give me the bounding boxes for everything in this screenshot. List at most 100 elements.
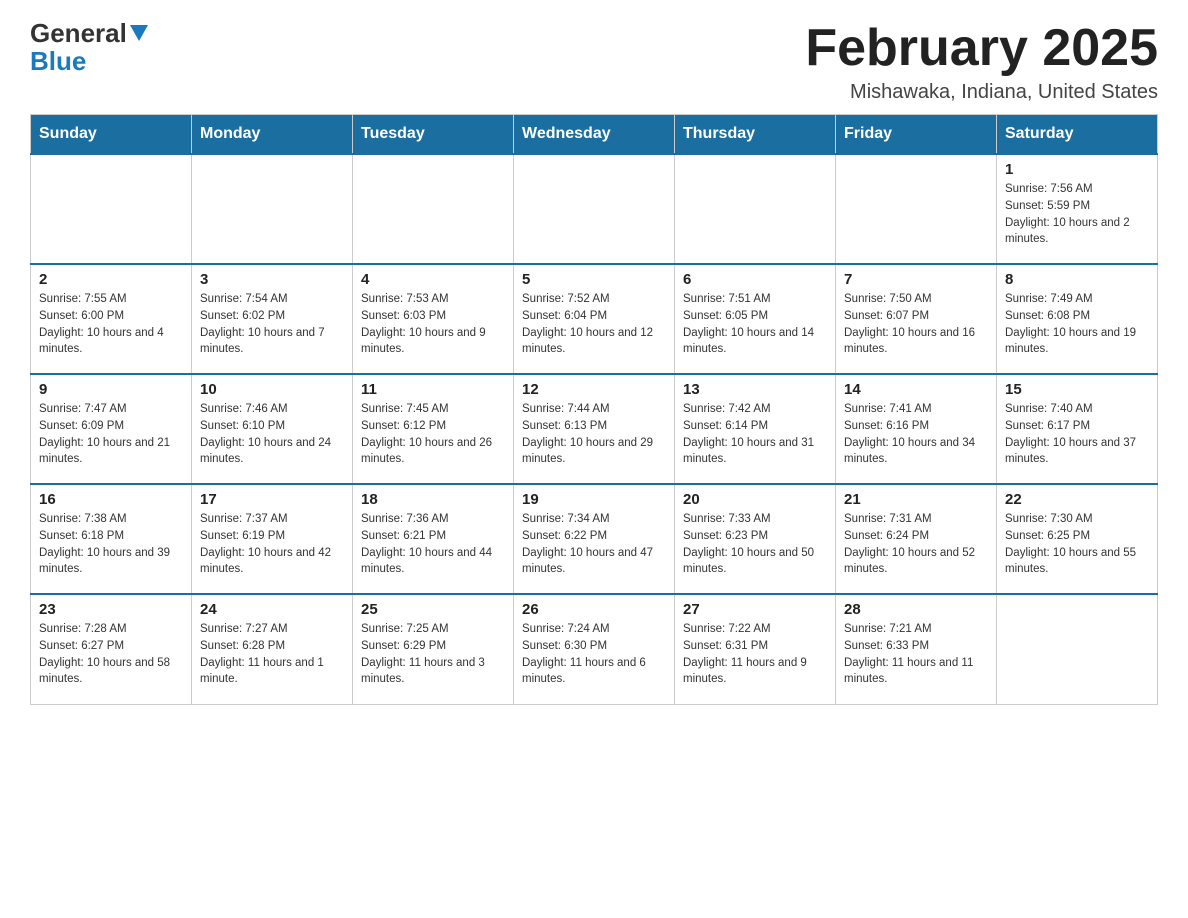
day-number: 16	[39, 491, 183, 508]
calendar-day-cell	[997, 594, 1158, 704]
calendar-day-cell: 19 Sunrise: 7:34 AMSunset: 6:22 PMDayligh…	[514, 484, 675, 594]
day-number: 15	[1005, 381, 1149, 398]
col-header-wednesday: Wednesday	[514, 115, 675, 155]
day-number: 19	[522, 491, 666, 508]
calendar-day-cell	[675, 154, 836, 264]
col-header-friday: Friday	[836, 115, 997, 155]
day-info: Sunrise: 7:55 AMSunset: 6:00 PMDaylight:…	[39, 291, 183, 358]
calendar-day-cell: 2 Sunrise: 7:55 AMSunset: 6:00 PMDaylight…	[31, 264, 192, 374]
calendar-day-cell: 8Sunrise: 7:49 AMSunset: 6:08 PMDaylight…	[997, 264, 1158, 374]
calendar-day-cell: 4 Sunrise: 7:53 AMSunset: 6:03 PMDaylight…	[353, 264, 514, 374]
day-info: Sunrise: 7:41 AMSunset: 6:16 PMDaylight:…	[844, 401, 988, 468]
calendar-day-cell	[192, 154, 353, 264]
calendar-day-cell: 18 Sunrise: 7:36 AMSunset: 6:21 PMDayligh…	[353, 484, 514, 594]
calendar-day-cell: 20Sunrise: 7:33 AMSunset: 6:23 PMDayligh…	[675, 484, 836, 594]
day-info: Sunrise: 7:33 AMSunset: 6:23 PMDaylight:…	[683, 511, 827, 578]
day-number: 1	[1005, 161, 1149, 178]
calendar-week-row: 16 Sunrise: 7:38 AMSunset: 6:18 PMDayligh…	[31, 484, 1158, 594]
day-number: 6	[683, 271, 827, 288]
day-info: Sunrise: 7:49 AMSunset: 6:08 PMDaylight:…	[1005, 291, 1149, 358]
calendar-table: SundayMondayTuesdayWednesdayThursdayFrid…	[30, 114, 1158, 705]
day-info: Sunrise: 7:40 AMSunset: 6:17 PMDaylight:…	[1005, 401, 1149, 468]
day-info: Sunrise: 7:47 AMSunset: 6:09 PMDaylight:…	[39, 401, 183, 468]
day-info: Sunrise: 7:27 AMSunset: 6:28 PMDaylight:…	[200, 621, 344, 688]
calendar-day-cell: 7Sunrise: 7:50 AMSunset: 6:07 PMDaylight…	[836, 264, 997, 374]
day-info: Sunrise: 7:44 AMSunset: 6:13 PMDaylight:…	[522, 401, 666, 468]
day-number: 14	[844, 381, 988, 398]
day-number: 3	[200, 271, 344, 288]
day-info: Sunrise: 7:25 AMSunset: 6:29 PMDaylight:…	[361, 621, 505, 688]
day-number: 2	[39, 271, 183, 288]
calendar-day-cell: 13 Sunrise: 7:42 AMSunset: 6:14 PMDayligh…	[675, 374, 836, 484]
page-header: General Blue February 2025 Mishawaka, In…	[30, 20, 1158, 104]
day-number: 17	[200, 491, 344, 508]
calendar-day-cell: 11 Sunrise: 7:45 AMSunset: 6:12 PMDayligh…	[353, 374, 514, 484]
calendar-week-row: 23 Sunrise: 7:28 AMSunset: 6:27 PMDayligh…	[31, 594, 1158, 704]
calendar-day-cell	[514, 154, 675, 264]
calendar-day-cell: 28Sunrise: 7:21 AMSunset: 6:33 PMDayligh…	[836, 594, 997, 704]
col-header-monday: Monday	[192, 115, 353, 155]
calendar-day-cell: 6Sunrise: 7:51 AMSunset: 6:05 PMDaylight…	[675, 264, 836, 374]
day-info: Sunrise: 7:53 AMSunset: 6:03 PMDaylight:…	[361, 291, 505, 358]
calendar-day-cell: 10 Sunrise: 7:46 AMSunset: 6:10 PMDayligh…	[192, 374, 353, 484]
calendar-day-cell: 27 Sunrise: 7:22 AMSunset: 6:31 PMDayligh…	[675, 594, 836, 704]
day-info: Sunrise: 7:30 AMSunset: 6:25 PMDaylight:…	[1005, 511, 1149, 578]
day-number: 5	[522, 271, 666, 288]
col-header-sunday: Sunday	[31, 115, 192, 155]
day-info: Sunrise: 7:45 AMSunset: 6:12 PMDaylight:…	[361, 401, 505, 468]
month-title: February 2025	[805, 20, 1158, 77]
calendar-day-cell: 1Sunrise: 7:56 AMSunset: 5:59 PMDaylight…	[997, 154, 1158, 264]
calendar-day-cell: 15 Sunrise: 7:40 AMSunset: 6:17 PMDayligh…	[997, 374, 1158, 484]
calendar-day-cell: 3 Sunrise: 7:54 AMSunset: 6:02 PMDaylight…	[192, 264, 353, 374]
day-number: 23	[39, 601, 183, 618]
calendar-day-cell: 25 Sunrise: 7:25 AMSunset: 6:29 PMDayligh…	[353, 594, 514, 704]
day-number: 26	[522, 601, 666, 618]
calendar-day-cell: 24Sunrise: 7:27 AMSunset: 6:28 PMDayligh…	[192, 594, 353, 704]
col-header-thursday: Thursday	[675, 115, 836, 155]
day-info: Sunrise: 7:36 AMSunset: 6:21 PMDaylight:…	[361, 511, 505, 578]
calendar-day-cell: 17 Sunrise: 7:37 AMSunset: 6:19 PMDayligh…	[192, 484, 353, 594]
calendar-day-cell: 22 Sunrise: 7:30 AMSunset: 6:25 PMDayligh…	[997, 484, 1158, 594]
day-info: Sunrise: 7:38 AMSunset: 6:18 PMDaylight:…	[39, 511, 183, 578]
day-number: 13	[683, 381, 827, 398]
day-info: Sunrise: 7:22 AMSunset: 6:31 PMDaylight:…	[683, 621, 827, 688]
day-number: 18	[361, 491, 505, 508]
calendar-week-row: 9 Sunrise: 7:47 AMSunset: 6:09 PMDaylight…	[31, 374, 1158, 484]
day-number: 21	[844, 491, 988, 508]
logo-general-text: General	[30, 20, 127, 46]
calendar-day-cell: 16 Sunrise: 7:38 AMSunset: 6:18 PMDayligh…	[31, 484, 192, 594]
calendar-week-row: 2 Sunrise: 7:55 AMSunset: 6:00 PMDaylight…	[31, 264, 1158, 374]
calendar-day-cell: 12 Sunrise: 7:44 AMSunset: 6:13 PMDayligh…	[514, 374, 675, 484]
day-info: Sunrise: 7:46 AMSunset: 6:10 PMDaylight:…	[200, 401, 344, 468]
title-block: February 2025 Mishawaka, Indiana, United…	[805, 20, 1158, 104]
day-number: 11	[361, 381, 505, 398]
col-header-tuesday: Tuesday	[353, 115, 514, 155]
day-number: 9	[39, 381, 183, 398]
calendar-day-cell: 21Sunrise: 7:31 AMSunset: 6:24 PMDayligh…	[836, 484, 997, 594]
day-info: Sunrise: 7:42 AMSunset: 6:14 PMDaylight:…	[683, 401, 827, 468]
day-number: 12	[522, 381, 666, 398]
calendar-day-cell: 23 Sunrise: 7:28 AMSunset: 6:27 PMDayligh…	[31, 594, 192, 704]
day-number: 27	[683, 601, 827, 618]
calendar-day-cell: 5 Sunrise: 7:52 AMSunset: 6:04 PMDaylight…	[514, 264, 675, 374]
calendar-day-cell	[31, 154, 192, 264]
day-info: Sunrise: 7:54 AMSunset: 6:02 PMDaylight:…	[200, 291, 344, 358]
calendar-day-cell	[353, 154, 514, 264]
day-number: 25	[361, 601, 505, 618]
day-number: 10	[200, 381, 344, 398]
day-number: 4	[361, 271, 505, 288]
calendar-day-cell: 9 Sunrise: 7:47 AMSunset: 6:09 PMDaylight…	[31, 374, 192, 484]
day-info: Sunrise: 7:28 AMSunset: 6:27 PMDaylight:…	[39, 621, 183, 688]
location: Mishawaka, Indiana, United States	[805, 81, 1158, 104]
col-header-saturday: Saturday	[997, 115, 1158, 155]
calendar-day-cell: 14 Sunrise: 7:41 AMSunset: 6:16 PMDayligh…	[836, 374, 997, 484]
day-number: 22	[1005, 491, 1149, 508]
day-info: Sunrise: 7:34 AMSunset: 6:22 PMDaylight:…	[522, 511, 666, 578]
day-info: Sunrise: 7:37 AMSunset: 6:19 PMDaylight:…	[200, 511, 344, 578]
day-number: 7	[844, 271, 988, 288]
calendar-week-row: 1Sunrise: 7:56 AMSunset: 5:59 PMDaylight…	[31, 154, 1158, 264]
day-info: Sunrise: 7:52 AMSunset: 6:04 PMDaylight:…	[522, 291, 666, 358]
day-info: Sunrise: 7:24 AMSunset: 6:30 PMDaylight:…	[522, 621, 666, 688]
calendar-day-cell: 26 Sunrise: 7:24 AMSunset: 6:30 PMDayligh…	[514, 594, 675, 704]
logo-triangle-icon	[130, 25, 148, 41]
